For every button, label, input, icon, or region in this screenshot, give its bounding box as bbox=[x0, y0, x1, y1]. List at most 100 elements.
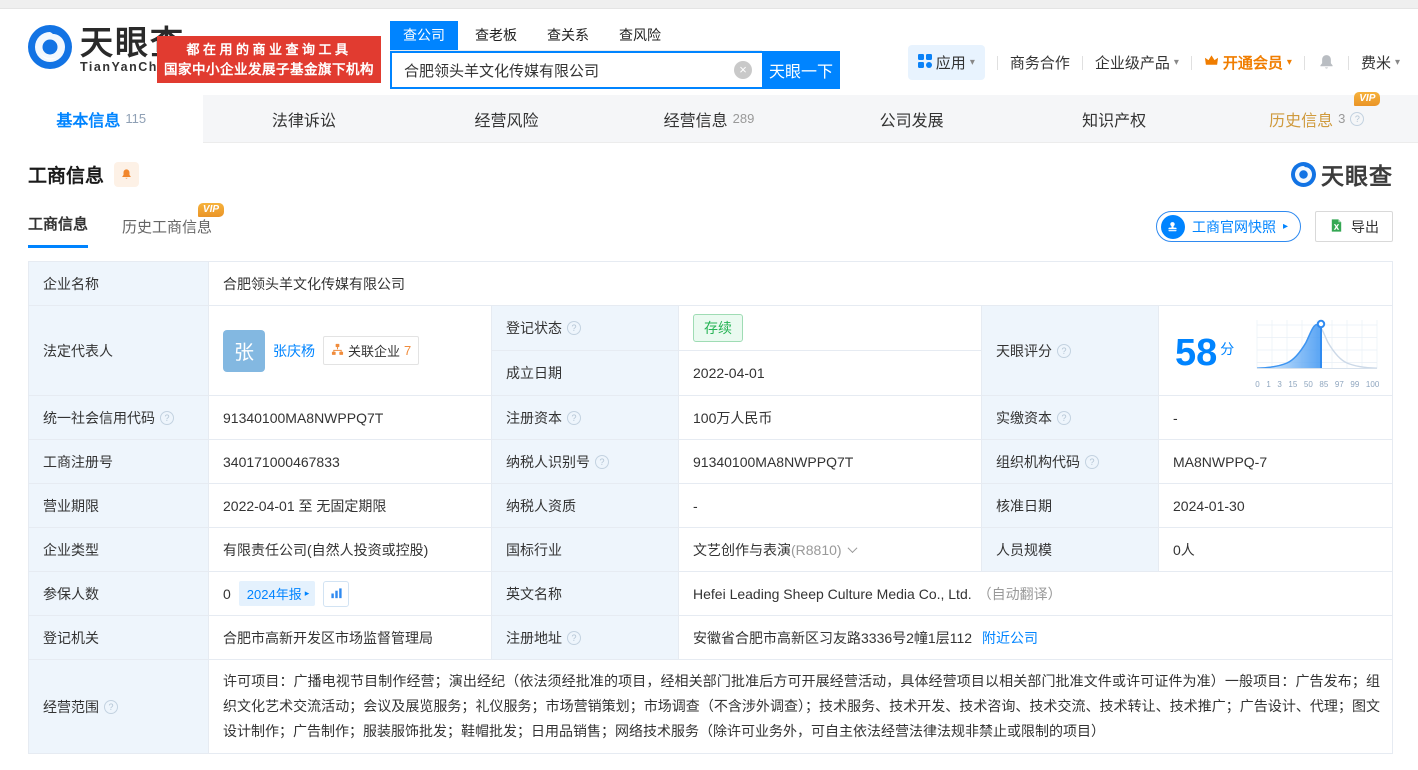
question-icon[interactable]: ? bbox=[1085, 454, 1099, 469]
expand-chevron-icon[interactable] bbox=[847, 543, 858, 554]
tab-legal[interactable]: 法律诉讼 bbox=[203, 95, 406, 142]
search-tab-relation[interactable]: 查关系 bbox=[534, 21, 602, 50]
taxpayer-id-label: 纳税人识别号 ? bbox=[492, 440, 679, 484]
vip-badge[interactable]: VIP bbox=[1354, 91, 1381, 106]
tab-count: 289 bbox=[732, 111, 755, 126]
related-companies-badge[interactable]: 关联企业 7 bbox=[323, 336, 420, 365]
tab-basic-info[interactable]: 基本信息 115 bbox=[0, 95, 203, 143]
excel-icon bbox=[1329, 218, 1344, 236]
export-button[interactable]: 导出 bbox=[1315, 211, 1393, 242]
tianyancha-watermark: 天眼查 bbox=[1291, 157, 1393, 191]
bell-icon bbox=[122, 168, 131, 179]
authority-value: 合肥市高新开发区市场监督管理局 bbox=[209, 616, 492, 660]
section-title: 工商信息 bbox=[28, 165, 105, 187]
auto-translate-note: （自动翻译） bbox=[977, 585, 1062, 602]
term-label: 营业期限 bbox=[29, 484, 209, 528]
taxpayer-quality-label: 纳税人资质 bbox=[492, 484, 679, 528]
tab-company-development[interactable]: 公司发展 bbox=[810, 95, 1013, 142]
open-vip-menu[interactable]: 开通会员 ▾ bbox=[1204, 52, 1292, 73]
reg-status-label: 登记状态 ? bbox=[492, 306, 679, 351]
scope-label: 经营范围 ? bbox=[29, 660, 209, 754]
divider bbox=[1303, 55, 1305, 70]
question-icon[interactable]: ? bbox=[160, 410, 174, 425]
page-top-strip bbox=[0, 0, 1418, 9]
tab-operation-risk[interactable]: 经营风险 bbox=[405, 95, 608, 142]
banner-line2: 国家中小企业发展子基金旗下机构 bbox=[164, 61, 374, 77]
legal-rep-name-link[interactable]: 张庆杨 bbox=[273, 341, 315, 361]
notification-bell[interactable] bbox=[1317, 53, 1336, 72]
industry-label: 国标行业 bbox=[492, 528, 679, 572]
question-icon[interactable]: ? bbox=[1350, 111, 1365, 126]
subtab-current-icinfo[interactable]: 工商信息 bbox=[28, 213, 89, 248]
watermark-text: 天眼查 bbox=[1321, 163, 1393, 189]
stamp-icon bbox=[1160, 214, 1185, 239]
chevron-down-icon: ▾ bbox=[1394, 57, 1400, 68]
question-icon[interactable]: ? bbox=[595, 454, 609, 469]
question-icon[interactable]: ? bbox=[567, 321, 581, 335]
tab-business-info[interactable]: 经营信息 289 bbox=[608, 95, 811, 142]
chevron-down-icon: ▾ bbox=[1286, 57, 1292, 68]
search-tab-company[interactable]: 查公司 bbox=[390, 21, 458, 50]
search-button[interactable]: 天眼一下 bbox=[762, 51, 840, 89]
legal-rep-avatar[interactable]: 张 bbox=[223, 329, 265, 372]
question-icon[interactable]: ? bbox=[567, 630, 581, 645]
approval-date-value: 2024-01-30 bbox=[1159, 484, 1393, 528]
related-count: 7 bbox=[404, 343, 412, 358]
org-code-label: 组织机构代码 ? bbox=[982, 440, 1159, 484]
chevron-down-icon: ▾ bbox=[1173, 57, 1179, 68]
search-area: 查公司 查老板 查关系 查风险 × 天眼一下 bbox=[390, 21, 840, 89]
taxpayer-id-value: 91340100MA8NWPPQ7T bbox=[679, 440, 982, 484]
paid-capital-label: 实缴资本 ? bbox=[982, 396, 1159, 440]
export-label: 导出 bbox=[1351, 218, 1379, 235]
apps-label: 应用 bbox=[935, 55, 966, 72]
english-name-label: 英文名称 bbox=[492, 572, 679, 616]
divider bbox=[1081, 55, 1083, 70]
tab-label: 知识产权 bbox=[1082, 112, 1147, 130]
cooperation-menu[interactable]: 商务合作 bbox=[1010, 52, 1070, 73]
english-name-value: Hefei Leading Sheep Culture Media Co., L… bbox=[679, 572, 1393, 616]
top-menu: 应用 ▾ 商务合作 企业级产品 ▾ 开通会员 ▾ 费米 ▾ bbox=[907, 45, 1400, 80]
snapshot-label: 工商官网快照 bbox=[1191, 218, 1276, 235]
subtab-history-icinfo[interactable]: 历史工商信息 VIP bbox=[122, 203, 225, 248]
enterprise-menu[interactable]: 企业级产品 ▾ bbox=[1095, 52, 1179, 73]
insured-trend-button[interactable] bbox=[323, 580, 350, 607]
search-input[interactable] bbox=[390, 51, 762, 89]
score-distribution-chart: 01 3 15 50 85 97 99 100 bbox=[1250, 312, 1384, 389]
term-value: 2022-04-01 至 无固定期限 bbox=[209, 484, 492, 528]
arrow-right-icon: ▸ bbox=[304, 588, 310, 598]
official-snapshot-button[interactable]: 工商官网快照 ▸ bbox=[1155, 211, 1301, 242]
nearby-companies-link[interactable]: 附近公司 bbox=[982, 628, 1038, 648]
insured-value: 0 2024年报 ▸ bbox=[209, 572, 492, 616]
promo-banner: 都在用的商业查询工具 国家中小企业发展子基金旗下机构 bbox=[157, 36, 381, 83]
industry-code: (R8810) bbox=[791, 541, 842, 558]
divider bbox=[996, 55, 998, 70]
company-nav-tabs: 基本信息 115 法律诉讼 经营风险 经营信息 289 公司发展 知识产权 历史… bbox=[0, 91, 1418, 143]
search-tab-boss[interactable]: 查老板 bbox=[462, 21, 530, 50]
status-badge: 存续 bbox=[693, 314, 743, 342]
chevron-down-icon: ▾ bbox=[969, 57, 975, 68]
company-name-value: 合肥领头羊文化传媒有限公司 bbox=[209, 262, 1393, 306]
arrow-right-icon: ▸ bbox=[1282, 221, 1288, 232]
question-icon[interactable]: ? bbox=[1057, 410, 1071, 425]
clear-search-icon[interactable]: × bbox=[734, 61, 752, 79]
question-icon[interactable]: ? bbox=[567, 410, 581, 425]
search-tab-risk[interactable]: 查风险 bbox=[606, 21, 674, 50]
question-icon[interactable]: ? bbox=[104, 699, 118, 714]
question-icon[interactable]: ? bbox=[1057, 343, 1071, 358]
tab-intellectual-property[interactable]: 知识产权 bbox=[1013, 95, 1216, 142]
monitor-bell-button[interactable] bbox=[114, 161, 140, 187]
reg-status-value: 存续 bbox=[679, 306, 982, 351]
vip-badge[interactable]: VIP bbox=[197, 203, 225, 217]
top-header: 天眼查 TianYanCha.com 都在用的商业查询工具 国家中小企业发展子基… bbox=[0, 9, 1418, 95]
authority-label: 登记机关 bbox=[29, 616, 209, 660]
annual-report-chip[interactable]: 2024年报 ▸ bbox=[238, 581, 316, 606]
score-axis-ticks: 01 3 15 50 85 97 99 100 bbox=[1255, 380, 1380, 389]
crown-icon bbox=[1204, 53, 1219, 72]
tab-history-info[interactable]: 历史信息 3 ? VIP bbox=[1215, 91, 1418, 142]
annual-report-label: 2024年报 bbox=[246, 587, 302, 602]
subtab-label: 历史工商信息 bbox=[122, 219, 213, 236]
user-menu[interactable]: 费米 ▾ bbox=[1361, 52, 1400, 73]
apps-grid-icon bbox=[917, 53, 932, 72]
tab-label: 基本信息 bbox=[56, 112, 121, 130]
apps-menu[interactable]: 应用 ▾ bbox=[907, 45, 985, 80]
